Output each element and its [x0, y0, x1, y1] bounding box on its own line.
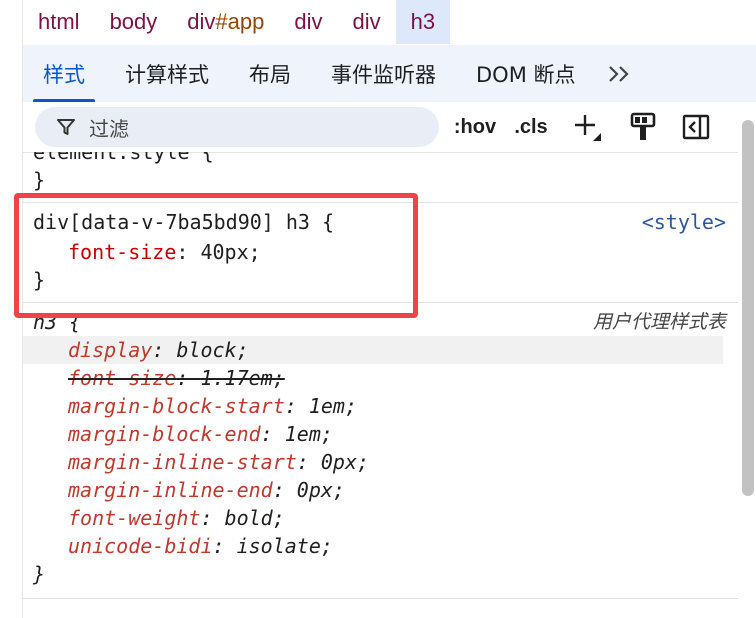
left-gutter: [0, 0, 23, 618]
breadcrumb-item-body[interactable]: body: [95, 0, 173, 44]
property-name: margin-block-start: [68, 394, 285, 418]
devtools-styles-panel: html body div#app div div h3 样式 计算样式 布局 …: [0, 0, 756, 618]
filter-input[interactable]: 过滤: [89, 113, 129, 142]
property-value: bold;: [224, 506, 285, 530]
toggle-sidebar-button[interactable]: [679, 111, 713, 143]
breadcrumb-tag: div: [187, 9, 216, 34]
scrollbar-thumb[interactable]: [742, 120, 754, 496]
ua-declaration: margin-inline-start: 0px;: [68, 448, 369, 476]
filter-box[interactable]: 过滤: [35, 107, 439, 147]
property-name: margin-block-end: [68, 422, 261, 446]
property-name[interactable]: font-size: [68, 240, 176, 264]
ua-declaration: margin-inline-end: 0px;: [68, 476, 345, 504]
colon: :: [296, 450, 321, 474]
breadcrumb-item-h3[interactable]: h3: [395, 0, 451, 44]
tab-layout[interactable]: 布局: [229, 45, 311, 102]
double-chevron-right-icon: [608, 65, 629, 82]
property-value: 1em;: [284, 422, 333, 446]
breadcrumb-item-div[interactable]: div: [279, 0, 337, 44]
paint-roller-button[interactable]: [626, 111, 660, 143]
colon: :: [260, 422, 285, 446]
style-source-link[interactable]: <style>: [642, 208, 726, 236]
colon: :: [200, 506, 225, 530]
hov-button[interactable]: :hov: [452, 111, 498, 143]
property-name: margin-inline-start: [68, 450, 297, 474]
scoped-rule-close: }: [33, 268, 46, 292]
user-agent-stylesheet-label: 用户代理样式表: [592, 311, 726, 333]
property-name: unicode-bidi: [68, 534, 213, 558]
style-rules-pane: element.style { } div[data-v-7ba5bd90] h…: [23, 152, 738, 618]
ua-declaration: display: block;: [68, 336, 249, 364]
tab-dom-breakpoints[interactable]: DOM 断点: [456, 45, 596, 102]
colon: :: [152, 338, 177, 362]
add-rule-button[interactable]: [569, 111, 605, 143]
property-value: block;: [176, 338, 249, 362]
ua-declaration: margin-block-end: 1em;: [68, 420, 333, 448]
more-tabs-icon[interactable]: [596, 45, 642, 102]
property-value[interactable]: 40px;: [200, 240, 260, 264]
element-style-close: }: [33, 168, 46, 192]
breadcrumb-item-div[interactable]: div: [337, 0, 395, 44]
paint-roller-icon: [630, 112, 656, 140]
tab-styles[interactable]: 样式: [23, 45, 105, 102]
ua-declaration: margin-block-start: 1em;: [68, 392, 357, 420]
property-value: 0px;: [320, 450, 370, 474]
property-value: isolate;: [236, 534, 333, 558]
property-value: 1em;: [308, 394, 358, 418]
colon: :: [272, 478, 297, 502]
element-style-selector[interactable]: element.style {: [33, 152, 214, 166]
tab-bar: 样式 计算样式 布局 事件监听器 DOM 断点: [23, 45, 756, 102]
ua-declaration: unicode-bidi: isolate;: [68, 532, 333, 560]
property-name: font-weight: [68, 506, 201, 530]
tab-computed[interactable]: 计算样式: [105, 45, 229, 102]
property-name: font-size: [68, 366, 177, 390]
colon: :: [212, 534, 237, 558]
ua-rule-close: }: [33, 562, 46, 586]
breadcrumb-item-html[interactable]: html: [23, 0, 95, 44]
toggle-sidebar-icon: [682, 114, 710, 140]
property-name: display: [68, 338, 153, 362]
styles-toolbar: 过滤 :hov .cls: [23, 102, 756, 153]
scoped-rule-selector[interactable]: div[data-v-7ba5bd90] h3 {: [33, 208, 334, 236]
breadcrumb-item-div-app[interactable]: div#app: [172, 0, 279, 44]
property-value: 0px;: [296, 478, 345, 502]
rule-divider: [23, 202, 738, 203]
rule-divider: [23, 302, 738, 303]
tab-event-listeners[interactable]: 事件监听器: [311, 45, 456, 102]
property-value: 1.17em;: [200, 366, 285, 390]
ua-declaration-overridden: font-size: 1.17em;: [68, 364, 285, 392]
property-name: margin-inline-end: [68, 478, 273, 502]
colon: :: [284, 394, 309, 418]
scoped-rule-declaration[interactable]: font-size: 40px;: [68, 238, 261, 266]
colon: :: [176, 240, 201, 264]
colon: :: [176, 366, 201, 390]
breadcrumb-id: #app: [215, 9, 265, 34]
rule-divider: [23, 598, 738, 599]
filter-icon: [55, 116, 77, 138]
ua-rule-selector: h3 {: [33, 310, 82, 334]
ua-declaration: font-weight: bold;: [68, 504, 285, 532]
cls-button[interactable]: .cls: [509, 111, 553, 143]
add-rule-icon: [575, 115, 601, 141]
breadcrumb: html body div#app div div h3: [23, 0, 756, 44]
